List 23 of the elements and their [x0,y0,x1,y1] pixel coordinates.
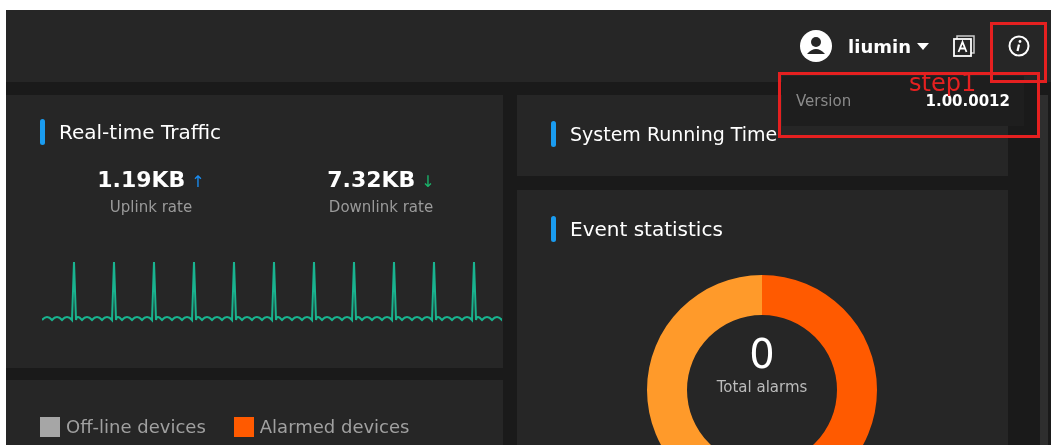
scrollbar[interactable] [1040,95,1048,445]
rate-arrow: ↑ [191,172,205,191]
legend-label[interactable]: Alarmed devices [259,416,410,437]
total-count: 0 [749,330,775,378]
title-accent [551,121,556,147]
version-label: Version [796,92,852,110]
title-accent [40,119,45,145]
card-title: Real-time Traffic [59,120,221,144]
caret-icon [917,42,929,50]
card-title: Event statistics [570,217,723,241]
total-label: Total alarms [716,378,808,396]
title-accent [551,216,556,242]
rate-value: 7.32KB [327,167,416,192]
rate-arrow: ↓ [421,172,435,191]
rate-label: Uplink rate [109,198,193,216]
card-title: System Running Time [570,123,778,145]
rate-value: 1.19KB [97,167,186,192]
legend-label[interactable]: Off-line devices [66,416,206,437]
user-menu[interactable]: liumin [848,35,911,57]
letter-a-icon[interactable] [953,35,975,57]
info-icon[interactable] [1008,35,1030,57]
user-avatar-icon[interactable] [800,30,833,62]
rate-label: Downlink rate [328,198,434,216]
